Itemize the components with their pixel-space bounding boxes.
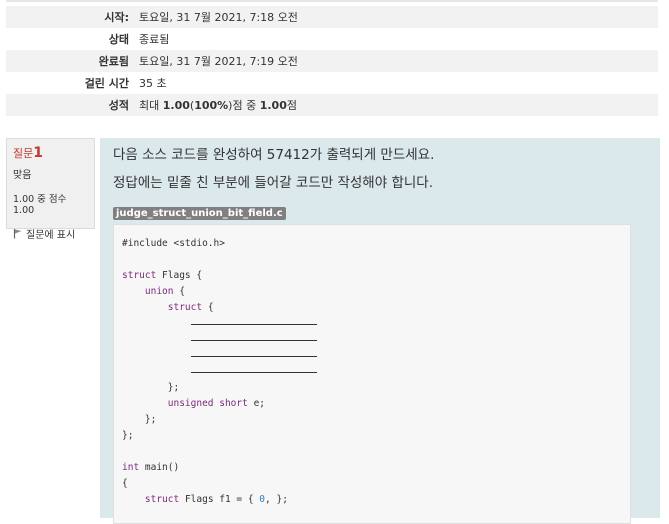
question-state: 맞음 — [13, 170, 32, 181]
code-line — [122, 364, 622, 380]
question-grade: 1.00 중 점수 1.00 — [13, 194, 67, 216]
flag-icon — [13, 229, 22, 239]
summary-row-started: 시작: 토요일, 31 7월 2021, 7:18 오전 — [6, 6, 658, 28]
summary-row-completed: 완료됨 토요일, 31 7월 2021, 7:19 오전 — [6, 50, 658, 72]
flag-question-link[interactable]: 질문에 표시 — [13, 226, 88, 241]
summary-value: 종료됨 — [139, 33, 170, 46]
summary-value: 토요일, 31 7월 2021, 7:19 오전 — [139, 50, 658, 72]
code-line: union { — [144, 286, 185, 297]
summary-label: 상태 — [108, 33, 129, 46]
code-line: struct { — [167, 302, 214, 313]
summary-label: 걸린 시간 — [84, 77, 129, 90]
code-line: }; — [122, 430, 134, 441]
summary-label: 성적 — [6, 94, 139, 116]
summary-value: 최대 1.00(100%)점 중 1.00점 — [139, 94, 658, 116]
code-line: #include <stdio.h> — [122, 238, 225, 249]
code-filename-badge: judge_struct_union_bit_field.c — [113, 207, 286, 220]
summary-value: 35 초 — [139, 77, 167, 90]
question-content: 다음 소스 코드를 완성하여 57412가 출력되게 만드세요. 정답에는 밑줄… — [100, 138, 660, 524]
code-line: struct Flags { — [122, 270, 203, 281]
code-line: }; — [144, 414, 157, 425]
attempt-summary-table: 시작: 토요일, 31 7월 2021, 7:18 오전 상태 종료됨 완료됨 … — [6, 6, 658, 116]
code-line: unsigned short e; — [167, 398, 266, 409]
summary-row-time-taken: 걸린 시간 35 초 — [6, 72, 658, 94]
code-line: int main() — [122, 462, 180, 473]
code-line — [122, 348, 622, 364]
flag-question-label: 질문에 표시 — [26, 230, 76, 241]
code-line — [122, 316, 622, 332]
summary-label: 완료됨 — [6, 50, 139, 72]
question-text-line-2: 정답에는 밑줄 친 부분에 들어갈 코드만 작성해야 합니다. — [113, 175, 433, 191]
summary-label: 시작: — [6, 6, 139, 28]
code-line — [122, 332, 622, 348]
code-line: { — [122, 478, 128, 489]
code-block: #include <stdio.h> struct Flags { union … — [113, 224, 631, 524]
summary-row-state: 상태 종료됨 — [6, 28, 658, 50]
answer-blank-4 — [190, 364, 317, 373]
question-text-line-1: 다음 소스 코드를 완성하여 57412가 출력되게 만드세요. — [113, 147, 435, 163]
question-info-panel: 질문1 맞음 1.00 중 점수 1.00 질문에 표시 — [6, 138, 95, 241]
code-line: }; — [167, 382, 180, 393]
question-number: 질문1 — [13, 145, 43, 161]
summary-value: 토요일, 31 7월 2021, 7:18 오전 — [139, 6, 658, 28]
summary-row-grade: 성적 최대 1.00(100%)점 중 1.00점 — [6, 94, 658, 116]
answer-blank-3 — [190, 348, 317, 357]
answer-blank-2 — [190, 332, 317, 341]
answer-blank-1 — [190, 316, 317, 325]
top-divider — [6, 0, 658, 2]
